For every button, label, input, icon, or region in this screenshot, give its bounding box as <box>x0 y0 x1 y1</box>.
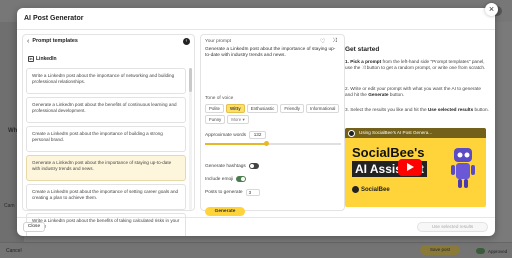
video-title-bar: Using SocialBee's AI Post Genera... <box>345 128 486 138</box>
robot-mascot-icon <box>451 148 475 188</box>
prompt-editor-panel: Your prompt ♡ ⤨ Generate a LinkedIn post… <box>200 34 345 216</box>
approximate-words-row: Approximate words 132 <box>205 131 267 139</box>
prompt-template-item[interactable]: Create a LinkedIn post about the importa… <box>26 184 186 210</box>
posts-to-generate-label: Posts to generate <box>205 190 243 195</box>
shuffle-icon[interactable]: ⤨ <box>332 38 337 45</box>
tone-more-label: More <box>231 117 242 122</box>
tone-chip-informational[interactable]: Informational <box>306 104 340 113</box>
use-selected-results-button[interactable]: Use selected results <box>417 222 488 232</box>
get-started-title: Get started <box>345 46 380 53</box>
close-icon[interactable]: × <box>485 3 498 16</box>
background-peek-text: Cam <box>4 203 15 209</box>
word-count-slider[interactable] <box>205 141 341 146</box>
back-to-categories[interactable]: ‹ Prompt templates <box>27 38 78 45</box>
tone-more-dropdown[interactable]: More ▾ <box>227 115 249 124</box>
tone-chip-polite[interactable]: Polite <box>205 104 224 113</box>
generate-hashtags-label: Generate hashtags <box>205 163 246 169</box>
chevron-left-icon: ‹ <box>27 37 30 45</box>
step-3-text: 3. Select the results you like and hit t… <box>345 107 428 112</box>
tone-chip-friendly[interactable]: Friendly <box>280 104 304 113</box>
template-list-scrollbar[interactable] <box>189 68 192 210</box>
include-emoji-label: Include emoji <box>205 176 234 182</box>
slider-fill <box>205 143 267 145</box>
prompt-template-item[interactable]: Write a LinkedIn post about the importan… <box>26 68 186 94</box>
hashtags-row: Generate hashtags <box>205 163 259 169</box>
background-footer: Cancel Save post Approved <box>0 242 512 258</box>
step-3: 3. Select the results you like and hit t… <box>345 107 489 113</box>
generate-button[interactable]: Generate <box>205 207 245 216</box>
emoji-row: Include emoji <box>205 176 247 182</box>
collapse-panel-icon[interactable]: ‹ <box>183 37 190 45</box>
video-headline: SocialBee's <box>352 145 425 160</box>
modal-footer: Close Use selected results <box>17 217 495 236</box>
posts-row: Posts to generate 3 <box>205 189 260 196</box>
tone-chip-group: Polite Witty Enthusiastic Friendly Infor… <box>205 104 341 124</box>
favorite-heart-icon[interactable]: ♡ <box>320 38 325 45</box>
tone-chip-witty[interactable]: Witty <box>225 104 245 113</box>
step-1-bold: 1. Pick a prompt <box>345 59 382 64</box>
background-cancel-button[interactable]: Cancel <box>6 248 22 254</box>
step-3-bold: Use selected results <box>427 107 474 112</box>
socialbee-logo-icon <box>352 186 359 193</box>
background-approved-toggle[interactable] <box>476 248 485 254</box>
tone-of-voice-label: Tone of voice <box>205 96 234 101</box>
background-save-button[interactable]: Save post <box>420 245 460 255</box>
slider-handle[interactable] <box>263 141 269 146</box>
linkedin-icon: in <box>28 56 34 62</box>
tone-chip-enthusiastic[interactable]: Enthusiastic <box>246 104 279 113</box>
video-brand: SocialBee <box>352 186 390 193</box>
step-1: 1. Pick a prompt from the left-hand side… <box>345 59 489 71</box>
step-2: 2. Write or edit your prompt with what y… <box>345 86 489 98</box>
background-peek-text: Wh <box>8 128 18 134</box>
step-2-text-end: button. <box>388 92 405 97</box>
prompt-template-list: Write a LinkedIn post about the importan… <box>26 68 186 236</box>
prompt-textarea[interactable]: Generate a LinkedIn post about the impor… <box>205 47 340 59</box>
video-title: Using SocialBee's AI Post Genera... <box>359 130 433 135</box>
category-linkedin: in LinkedIn <box>28 56 57 62</box>
step-3-text-end: button. <box>473 107 489 112</box>
step-2-bold: Generate <box>368 92 389 97</box>
your-prompt-label: Your prompt <box>205 39 231 44</box>
modal-header: AI Post Generator <box>17 8 495 30</box>
chevron-down-icon: ▾ <box>242 117 245 122</box>
step-2-text: 2. Write or edit your prompt with what y… <box>345 86 481 97</box>
emoji-toggle[interactable] <box>236 176 247 182</box>
play-icon[interactable] <box>398 159 422 176</box>
tone-chip-funny[interactable]: Funny <box>205 115 226 124</box>
tutorial-video[interactable]: Using SocialBee's AI Post Genera... Soci… <box>345 128 486 207</box>
ai-post-generator-modal: AI Post Generator ‹ Prompt templates ‹ i… <box>17 8 495 236</box>
close-button[interactable]: Close <box>23 222 45 232</box>
prompt-template-item[interactable]: Generate a LinkedIn post about the benef… <box>26 97 186 123</box>
category-label: LinkedIn <box>36 56 57 62</box>
modal-title: AI Post Generator <box>24 15 84 22</box>
posts-to-generate-input[interactable]: 3 <box>245 189 260 196</box>
approximate-words-input[interactable]: 132 <box>249 131 267 139</box>
brand-name: SocialBee <box>361 186 390 193</box>
prompt-templates-panel: ‹ Prompt templates ‹ in LinkedIn Write a… <box>22 34 195 236</box>
prompt-templates-header: ‹ Prompt templates ‹ <box>23 35 194 47</box>
channel-avatar <box>348 130 355 137</box>
prompt-templates-title: Prompt templates <box>32 38 78 44</box>
hashtags-toggle[interactable] <box>248 163 259 169</box>
prompt-template-item-selected[interactable]: Generate a LinkedIn post about the impor… <box>26 155 186 181</box>
scrollbar-thumb[interactable] <box>189 68 192 92</box>
background-approved-label: Approved <box>488 249 508 254</box>
prompt-template-item[interactable]: Create a LinkedIn post about the importa… <box>26 126 186 152</box>
approximate-words-label: Approximate words <box>205 132 247 138</box>
